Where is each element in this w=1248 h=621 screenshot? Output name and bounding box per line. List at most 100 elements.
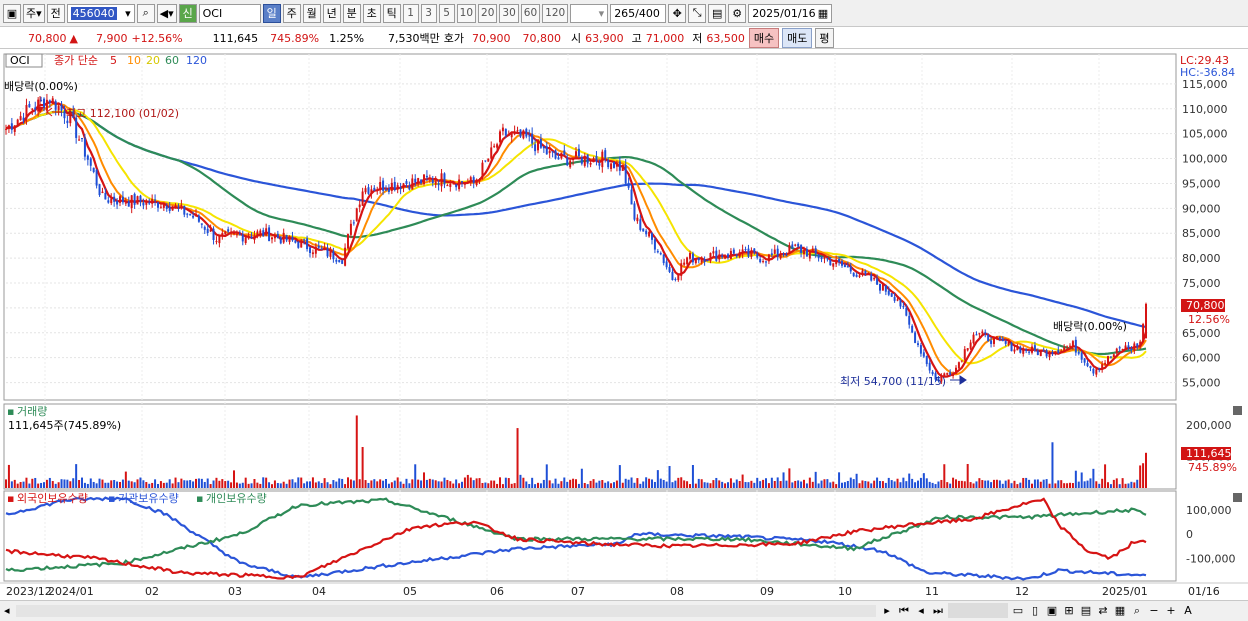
skip-end-icon[interactable]: ⏭ xyxy=(931,603,945,618)
custom-interval-input[interactable]: ▾ xyxy=(570,3,609,23)
volume-bar xyxy=(589,480,592,488)
interval-10[interactable]: 10 xyxy=(456,3,477,23)
calendar-icon[interactable]: ▦ xyxy=(818,7,828,20)
font-size-icon[interactable]: A xyxy=(1181,603,1195,618)
crosshair-icon[interactable]: ✥ xyxy=(668,3,687,23)
candle-series xyxy=(5,93,1147,384)
scroll-right-icon[interactable]: ▸ xyxy=(880,603,894,618)
data-count-field[interactable]: 265/400 xyxy=(610,3,667,23)
ma-legend-10: 10 xyxy=(127,54,141,67)
candle-body xyxy=(1098,368,1101,370)
step-back-icon[interactable]: ◂ xyxy=(914,603,928,618)
layout-1-icon[interactable]: ▭ xyxy=(1011,603,1025,618)
grid-icon[interactable]: ▦ xyxy=(1113,603,1127,618)
candle-body xyxy=(57,106,60,111)
candle-body xyxy=(911,325,914,333)
layout-2-icon[interactable]: ▯ xyxy=(1028,603,1042,618)
volume-bar xyxy=(519,474,522,488)
candle-body xyxy=(1042,350,1045,352)
volume-bar xyxy=(19,482,22,488)
period-minute[interactable]: 분 xyxy=(342,3,361,23)
kind-select[interactable]: 전 xyxy=(46,3,65,23)
candle-body xyxy=(28,103,31,108)
scroll-track[interactable] xyxy=(16,605,876,617)
candle-body xyxy=(376,189,379,191)
volume-bar xyxy=(861,480,864,488)
interval-5[interactable]: 5 xyxy=(438,3,455,23)
gear-icon[interactable]: ⚙ xyxy=(728,3,747,23)
candle-body xyxy=(610,163,613,169)
save-icon[interactable]: ▤ xyxy=(708,3,727,23)
candle-body xyxy=(22,117,25,121)
volume-bar xyxy=(534,484,537,488)
volume-bar xyxy=(887,477,890,488)
scroll-left-icon[interactable]: ◂ xyxy=(4,604,10,617)
interval-30[interactable]: 30 xyxy=(499,3,519,23)
volume-bar xyxy=(838,472,841,488)
volume-bar xyxy=(461,481,463,488)
layout-4-icon[interactable]: ⊞ xyxy=(1062,603,1076,618)
window-icon[interactable]: ▣ xyxy=(3,3,21,23)
draw-icon[interactable]: ⤡ xyxy=(688,3,707,23)
volume-bar xyxy=(25,477,28,488)
toolbar: ▣ 주 ▾ 전 456040 ▾ ⌕ ◀▾ 신 OCI 일 주 월 년 분 초 틱 … xyxy=(0,0,1248,27)
volume-panel-close-icon[interactable] xyxy=(1233,406,1242,415)
period-month[interactable]: 월 xyxy=(302,3,321,23)
interval-1[interactable]: 1 xyxy=(402,3,419,23)
volume-bar xyxy=(314,482,317,488)
candle-body xyxy=(81,138,83,140)
stock-chart[interactable]: 115,000 110,000 105,000 100,000 95,000 90,000… xyxy=(0,50,1248,600)
candle-body xyxy=(823,257,826,259)
speaker-icon[interactable]: ◀▾ xyxy=(156,3,177,23)
holdings-panel-close-icon[interactable] xyxy=(1233,493,1242,502)
volume-bar xyxy=(1124,483,1127,488)
chart-scrollbar[interactable]: ◂ ▸ ⏮ ◂ ⏭ ▭ ▯ ▣ ⊞ ▤ ⇄ ▦ ⌕ − + A xyxy=(0,600,1248,621)
volume-bar xyxy=(575,479,577,488)
buy-button[interactable]: 매수 xyxy=(748,28,780,48)
volume-bar xyxy=(309,481,311,488)
code-input[interactable]: 456040 ▾ xyxy=(66,3,135,23)
skip-start-icon[interactable]: ⏮ xyxy=(897,603,911,618)
candle-body xyxy=(759,258,762,263)
sell-button[interactable]: 매도 xyxy=(782,28,813,48)
volume-bar xyxy=(849,477,852,488)
candle-body xyxy=(659,253,662,255)
volume-bar xyxy=(501,484,504,488)
drawing-mode-icon[interactable]: ⇄ xyxy=(1096,603,1110,618)
layout-5-icon[interactable]: ▤ xyxy=(1079,603,1093,618)
interval-120[interactable]: 120 xyxy=(542,3,569,23)
date-field[interactable]: 2025/01/16 ▦ xyxy=(748,3,833,23)
interval-3[interactable]: 3 xyxy=(420,3,437,23)
volume-bar xyxy=(78,479,81,488)
zoom-out-icon[interactable]: − xyxy=(1147,603,1161,618)
market-select[interactable]: 주 ▾ xyxy=(23,3,45,23)
zoom-search-icon[interactable]: ⌕ xyxy=(1130,603,1144,618)
period-year[interactable]: 년 xyxy=(322,3,341,23)
zoom-in-icon[interactable]: + xyxy=(1164,603,1178,618)
average-button[interactable]: 평 xyxy=(815,28,834,48)
layout-3-icon[interactable]: ▣ xyxy=(1045,603,1059,618)
volume-bar xyxy=(826,479,829,488)
volume-bar xyxy=(504,477,507,488)
candle-body xyxy=(539,138,542,148)
zoom-slider[interactable] xyxy=(948,603,1008,618)
candle-body xyxy=(873,277,876,280)
ma-legend-label: 종가 단순 xyxy=(54,54,98,67)
price-tick-label: 65,000 xyxy=(1182,327,1221,340)
volume-bar xyxy=(756,477,759,488)
period-week[interactable]: 주 xyxy=(282,3,301,23)
candle-body xyxy=(157,202,159,208)
candle-body xyxy=(443,173,446,185)
period-second[interactable]: 초 xyxy=(362,3,381,23)
interval-20[interactable]: 20 xyxy=(478,3,498,23)
period-day[interactable]: 일 xyxy=(262,3,281,23)
period-tick[interactable]: 틱 xyxy=(382,3,401,23)
stock-name-field[interactable]: OCI xyxy=(198,3,261,23)
candle-body xyxy=(399,187,402,189)
candle-body xyxy=(95,169,98,186)
volume-bar xyxy=(946,482,949,488)
interval-60[interactable]: 60 xyxy=(520,3,541,23)
search-icon[interactable]: ⌕ xyxy=(136,3,155,23)
volume-bar xyxy=(142,480,145,488)
volume-current-tag-text: 111,645 xyxy=(1186,447,1232,460)
